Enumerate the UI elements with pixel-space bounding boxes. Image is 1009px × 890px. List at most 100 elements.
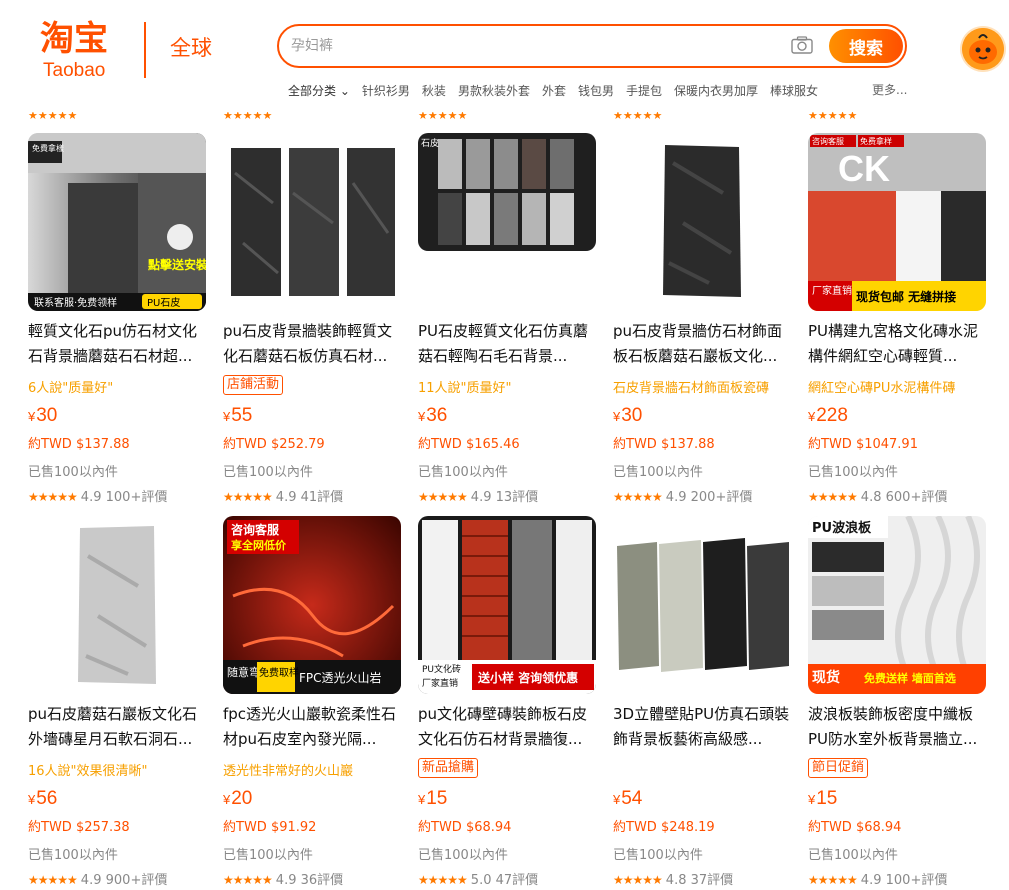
- product-image[interactable]: [223, 133, 401, 311]
- quick-links: 全部分类 ⌄ 针织衫男 秋装 男款秋装外套 外套 钱包男 手提包 保暖内衣男加厚…: [288, 81, 830, 99]
- product-title[interactable]: fpc透光火山巖軟瓷柔性石材pu石皮室內發光隔...: [223, 702, 405, 752]
- product-image[interactable]: [28, 516, 206, 694]
- star-icons: ★★★★★: [418, 873, 468, 887]
- all-categories-link[interactable]: 全部分类 ⌄: [288, 82, 350, 99]
- review-count: 100+評價: [105, 490, 168, 505]
- product-price: ¥36: [418, 405, 447, 427]
- quick-link[interactable]: 保暖内衣男加厚: [674, 82, 758, 99]
- product-sold-count: 已售100以內件: [808, 848, 898, 863]
- currency-symbol: ¥: [808, 792, 816, 807]
- product-image[interactable]: PU波浪板 现货 免费送样 墙面首选: [808, 516, 986, 694]
- all-categories-label: 全部分类: [288, 83, 337, 98]
- price-value: 30: [621, 405, 643, 426]
- product-image[interactable]: 石皮: [418, 133, 596, 251]
- product-price-twd: 約TWD $68.94: [418, 820, 512, 835]
- image-text: 石皮: [421, 137, 439, 149]
- currency-symbol: ¥: [223, 409, 231, 424]
- product-review-tag: 透光性非常好的火山巖: [223, 764, 354, 779]
- more-link[interactable]: 更多...: [872, 81, 907, 98]
- product-review-tag: 11人說"质量好": [418, 381, 512, 396]
- product-title[interactable]: 波浪板裝飾板密度中纖板PU防水室外板背景牆立...: [808, 702, 990, 752]
- image-text: 厂家直销: [812, 284, 852, 297]
- currency-symbol: ¥: [613, 409, 621, 424]
- currency-symbol: ¥: [613, 792, 621, 807]
- product-title[interactable]: pu石皮背景牆裝飾輕質文化石蘑菇石板仿真石材...: [223, 319, 405, 369]
- chevron-down-icon: ⌄: [339, 83, 350, 98]
- product-review-tag: 6人說"质量好": [28, 381, 114, 396]
- review-count: 37評價: [690, 873, 734, 888]
- star-icons: ★★★★★: [223, 490, 273, 504]
- star-icons: ★★★★★: [418, 490, 468, 504]
- review-count: 900+評價: [105, 873, 168, 888]
- rating-score: 4.9: [275, 873, 297, 888]
- quick-link[interactable]: 棒球服女: [770, 82, 818, 99]
- product-sold-count: 已售100以內件: [808, 465, 898, 480]
- product-price-twd: 約TWD $165.46: [418, 437, 520, 452]
- product-review-tag: 網紅空心磚PU水泥構件磚: [808, 381, 956, 396]
- logo-english: Taobao: [43, 60, 106, 81]
- product-image[interactable]: [613, 133, 791, 311]
- price-value: 228: [816, 405, 848, 426]
- image-text: 免費拿樣: [32, 143, 64, 153]
- currency-symbol: ¥: [28, 409, 36, 424]
- review-count: 41評價: [300, 490, 344, 505]
- currency-symbol: ¥: [418, 409, 426, 424]
- star-icons: ★★★★★: [808, 873, 858, 887]
- product-price-twd: 約TWD $1047.91: [808, 437, 918, 452]
- image-text: 送小样 咨询领优惠: [477, 670, 578, 685]
- product-price: ¥54: [613, 788, 642, 810]
- product-title[interactable]: PU構建九宮格文化磚水泥構件網紅空心磚輕質...: [808, 319, 990, 369]
- quick-link[interactable]: 男款秋装外套: [458, 82, 530, 99]
- quick-link[interactable]: 针织衫男: [362, 82, 410, 99]
- price-value: 54: [621, 788, 643, 809]
- product-title[interactable]: pu石皮背景牆仿石材飾面板石板蘑菇石巖板文化...: [613, 319, 795, 369]
- product-rating: ★★★★★ 4.9 36評價: [223, 869, 343, 888]
- product-rating: ★★★★★ 4.8 600+評價: [808, 486, 947, 505]
- avatar[interactable]: [962, 28, 1004, 70]
- product-title[interactable]: PU石皮輕質文化石仿真蘑菇石輕陶石毛石背景...: [418, 319, 600, 369]
- image-text: 點擊送安裝工具: [148, 257, 206, 272]
- rating-score: 4.9: [275, 490, 297, 505]
- product-price: ¥15: [808, 788, 837, 810]
- product-image[interactable]: 免費拿樣 點擊送安裝工具 联系客服·免费领样 PU石皮: [28, 133, 206, 311]
- quick-link[interactable]: 手提包: [626, 82, 662, 99]
- currency-symbol: ¥: [28, 792, 36, 807]
- rating-score: 4.9: [470, 490, 492, 505]
- search-button[interactable]: 搜索: [829, 29, 903, 63]
- product-price-twd: 約TWD $257.38: [28, 820, 130, 835]
- product-rating: ★★★★★ 4.8 37評價: [613, 869, 733, 888]
- rating-score: 5.0: [470, 873, 492, 888]
- product-price: ¥30: [613, 405, 642, 427]
- price-value: 20: [231, 788, 253, 809]
- region-label[interactable]: 全球: [170, 34, 212, 62]
- image-text: 咨询客服: [812, 136, 844, 146]
- product-sold-count: 已售100以內件: [28, 465, 118, 480]
- review-count: 600+評價: [885, 490, 948, 505]
- price-value: 36: [426, 405, 448, 426]
- product-title[interactable]: 3D立體壁貼PU仿真石頭裝飾背景板藝術高級感...: [613, 702, 795, 752]
- taobao-logo[interactable]: 淘宝 Taobao: [40, 20, 132, 82]
- price-value: 56: [36, 788, 58, 809]
- product-title[interactable]: pu石皮蘑菇石巖板文化石外墻磚星月石軟石洞石...: [28, 702, 210, 752]
- product-title[interactable]: 輕質文化石pu仿石材文化石背景牆蘑菇石石材超...: [28, 319, 210, 369]
- product-image[interactable]: PU文化砖 厂家直销 送小样 咨询领优惠: [418, 516, 596, 694]
- quick-link[interactable]: 外套: [542, 82, 566, 99]
- price-value: 15: [816, 788, 838, 809]
- image-text: 免费送样 墙面首选: [864, 671, 956, 685]
- quick-link[interactable]: 钱包男: [578, 82, 614, 99]
- image-text: 现货包邮 无缝拼接: [856, 289, 956, 304]
- product-title[interactable]: pu文化磚壁磚裝飾板石皮文化石仿石材背景牆復...: [418, 702, 600, 752]
- quick-link[interactable]: 秋装: [422, 82, 446, 99]
- rating-score: 4.9: [80, 873, 102, 888]
- product-image[interactable]: 咨询客服 享全网低价 随意弯曲 免费取样 FPC透光火山岩: [223, 516, 401, 694]
- star-icons: ★★★★★: [808, 490, 858, 504]
- product-image[interactable]: CK 咨询客服 免费拿样 厂家直销 现货包邮 无缝拼接: [808, 133, 986, 311]
- rating-score: 4.8: [860, 490, 882, 505]
- camera-icon[interactable]: [791, 36, 813, 54]
- image-text: PU波浪板: [812, 520, 872, 536]
- rating-score: 4.9: [860, 873, 882, 888]
- product-price-twd: 約TWD $91.92: [223, 820, 317, 835]
- search-input[interactable]: [291, 34, 771, 58]
- currency-symbol: ¥: [808, 409, 816, 424]
- product-image[interactable]: [613, 516, 791, 694]
